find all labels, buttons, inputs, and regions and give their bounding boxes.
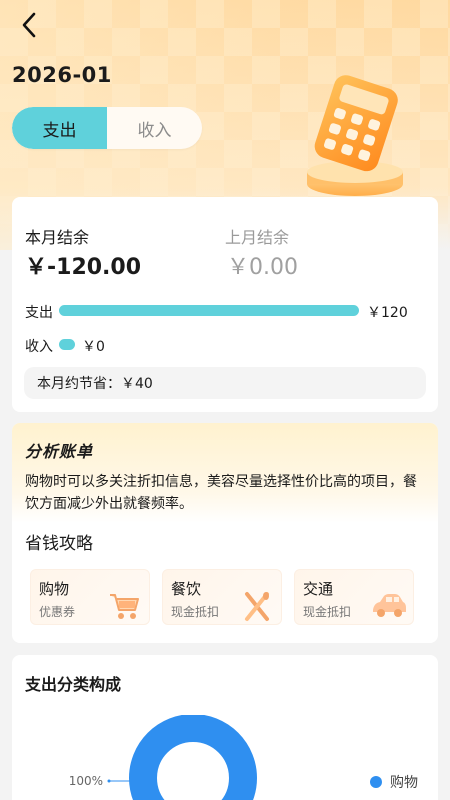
chevron-left-icon	[22, 12, 36, 38]
slice-label: 100%	[69, 774, 103, 788]
utensils-icon	[245, 592, 269, 621]
car-icon	[373, 594, 406, 617]
tip-dining[interactable]: 餐饮 现金抵扣	[162, 569, 282, 625]
this-month-balance-label: 本月结余	[25, 228, 90, 247]
month-title[interactable]: 2026-01	[12, 63, 112, 87]
last-month-balance-label: 上月结余	[225, 228, 290, 247]
tip-shopping[interactable]: 购物 优惠券	[30, 569, 150, 625]
tip-shopping-title: 购物	[39, 580, 70, 598]
legend-dot	[370, 776, 382, 788]
income-bar	[59, 339, 75, 350]
analysis-card: 分析账单 购物时可以多关注折扣信息，美容尽量选择性价比高的项目，餐饮方面减少外出…	[12, 423, 438, 643]
category-card: 支出分类构成 100% 购物	[12, 655, 438, 800]
expense-row: 支出	[25, 302, 53, 322]
tip-shopping-sub: 优惠券	[39, 605, 76, 619]
tip-dining-sub: 现金抵扣	[171, 605, 220, 619]
tips-title: 省钱攻略	[25, 534, 93, 554]
tip-transport-title: 交通	[303, 580, 334, 598]
slice-label-dot	[107, 779, 111, 783]
saving-note: 本月约节省：￥40	[24, 367, 426, 399]
tip-dining-title: 餐饮	[171, 580, 202, 598]
tab-expense[interactable]: 支出	[12, 107, 107, 149]
legend-label: 购物	[390, 775, 418, 791]
income-label: 收入	[25, 339, 53, 355]
expense-label: 支出	[25, 305, 53, 321]
calculator-illustration	[307, 75, 403, 196]
donut-slice-0[interactable]	[129, 715, 257, 800]
balance-card: 本月结余 ￥-120.00 上月结余 ￥0.00 支出 ￥120 收入 ￥0 本…	[12, 197, 438, 412]
cart-icon	[110, 594, 139, 619]
tip-transport-sub: 现金抵扣	[303, 605, 352, 619]
last-month-balance-value: ￥0.00	[227, 255, 298, 280]
analysis-title: 分析账单	[25, 442, 94, 461]
expense-bar	[59, 305, 359, 316]
this-month-balance-value: ￥-120.00	[25, 255, 142, 280]
income-row: 收入	[25, 336, 53, 356]
type-tabs: 支出 收入	[12, 107, 202, 149]
tab-income[interactable]: 收入	[107, 107, 202, 149]
category-title: 支出分类构成	[25, 675, 122, 694]
income-amount: ￥0	[82, 339, 105, 355]
chart-legend[interactable]: 购物	[370, 772, 418, 792]
analysis-text: 购物时可以多关注折扣信息，美容尽量选择性价比高的项目，餐饮方面减少外出就餐频率。	[25, 474, 417, 512]
back-button[interactable]	[14, 10, 44, 40]
expense-amount: ￥120	[367, 305, 408, 321]
tip-transport[interactable]: 交通 现金抵扣	[294, 569, 414, 625]
